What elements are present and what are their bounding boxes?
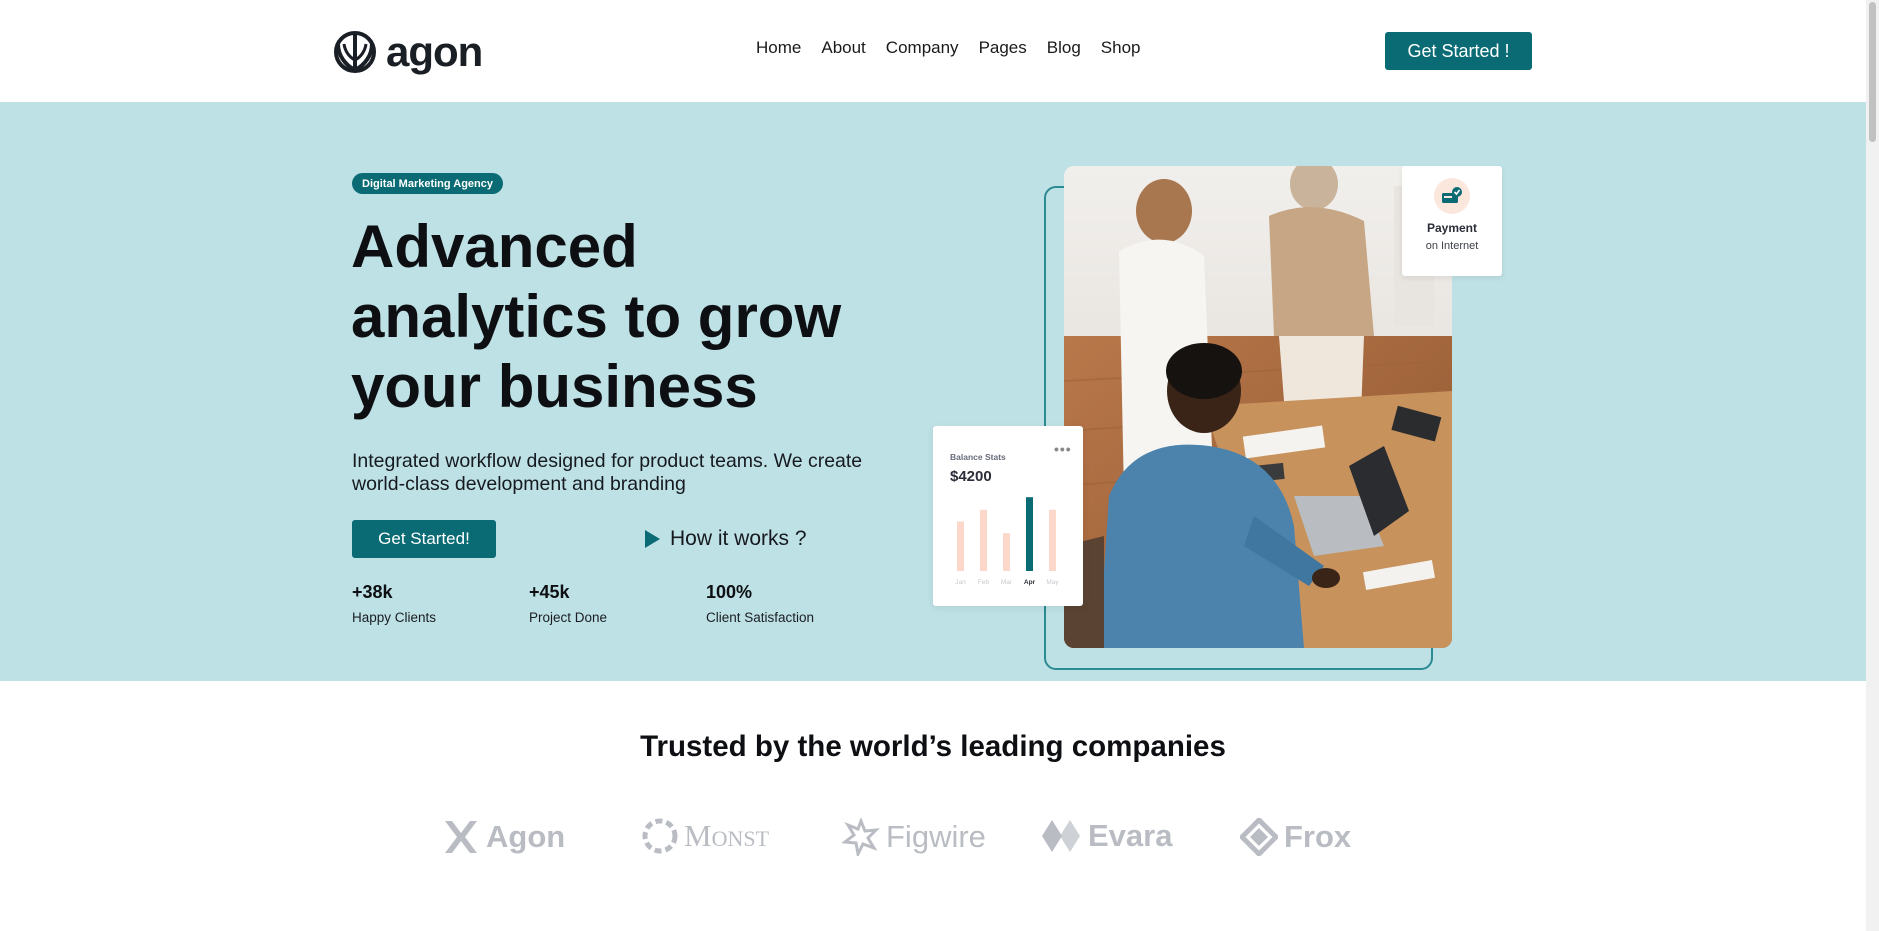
- balance-bar-chart: Jan Feb Mar Apr May: [955, 497, 1059, 586]
- balance-bar: [1049, 509, 1056, 571]
- logo-text: agon: [386, 28, 483, 75]
- balance-month-label: Apr: [1024, 579, 1036, 586]
- stat-label: Client Satisfaction: [706, 610, 815, 625]
- evara-logo-icon: [1042, 820, 1080, 852]
- payment-title: Payment: [1426, 221, 1478, 235]
- balance-bar: [980, 509, 987, 571]
- stat-value: +38k: [352, 582, 393, 602]
- brand-name: Figwire: [886, 819, 986, 854]
- stat-value: 100%: [706, 582, 753, 602]
- site-header: agon Home About Company Pages Blog Shop …: [0, 0, 1866, 102]
- payment-check-icon: [1434, 178, 1470, 214]
- how-it-works-link[interactable]: How it works ?: [645, 527, 807, 551]
- nav-shop[interactable]: Shop: [1101, 38, 1141, 58]
- stat-label: Project Done: [529, 610, 608, 625]
- brand-name: Evara: [1088, 818, 1173, 853]
- agon-logo-icon: [445, 821, 477, 853]
- more-options-icon[interactable]: •••: [1054, 441, 1072, 457]
- balance-month-label: Feb: [978, 579, 990, 586]
- balance-bar: [957, 521, 964, 571]
- main-nav: Home About Company Pages Blog Shop: [756, 38, 1141, 58]
- balance-value: $4200: [950, 468, 992, 485]
- brand-name: Frox: [1284, 819, 1352, 854]
- nav-pages[interactable]: Pages: [979, 38, 1027, 58]
- nav-home[interactable]: Home: [756, 38, 801, 58]
- balance-month-label: May: [1046, 579, 1059, 586]
- hero-description: Integrated workflow designed for product…: [352, 450, 863, 495]
- stat-client-satisfaction: 100% Client Satisfaction: [706, 582, 814, 625]
- monst-logo-icon: [642, 818, 678, 854]
- how-it-works-label: How it works ?: [670, 527, 807, 550]
- team-photo: [1064, 166, 1452, 648]
- balance-bar: [1026, 497, 1033, 571]
- hero-title: Advanced analytics to grow your business: [351, 213, 842, 420]
- leaf-logo-icon: [334, 31, 376, 73]
- brand-name: Agon: [486, 819, 566, 854]
- get-started-hero-button[interactable]: Get Started!: [352, 520, 496, 558]
- hero-section: Digital Marketing Agency Advanced analyt…: [0, 102, 1866, 681]
- balance-bar: [1003, 533, 1010, 571]
- logo-figwire: Figwire: [842, 818, 986, 856]
- stat-happy-clients: +38k Happy Clients: [352, 582, 436, 625]
- play-icon: [645, 530, 660, 548]
- frox-logo-icon: [1240, 818, 1278, 856]
- balance-title: Balance Stats: [950, 452, 1006, 462]
- trusted-title: Trusted by the world’s leading companies: [640, 730, 1226, 763]
- nav-company[interactable]: Company: [886, 38, 959, 58]
- logo-frox: Frox: [1240, 818, 1351, 856]
- logo-agon: Agon: [442, 818, 565, 856]
- nav-about[interactable]: About: [821, 38, 865, 58]
- figwire-logo-icon: [842, 818, 880, 856]
- scrollbar-thumb[interactable]: [1869, 2, 1876, 142]
- get-started-header-button[interactable]: Get Started !: [1385, 32, 1532, 70]
- page-scrollbar[interactable]: [1866, 0, 1879, 931]
- stat-label: Happy Clients: [352, 610, 437, 625]
- logo-monst: Monst: [642, 818, 769, 854]
- team-photo-illustration: [1064, 166, 1452, 648]
- stat-value: +45k: [529, 582, 570, 602]
- nav-blog[interactable]: Blog: [1047, 38, 1081, 58]
- balance-month-label: Mar: [1001, 579, 1013, 586]
- hero-badge: Digital Marketing Agency: [352, 173, 504, 194]
- stat-project-done: +45k Project Done: [529, 582, 607, 625]
- logo-evara: Evara: [1040, 818, 1172, 854]
- brand-name: Monst: [684, 818, 770, 853]
- balance-month-label: Jan: [955, 579, 966, 586]
- payment-subtitle: on Internet: [1425, 240, 1479, 252]
- balance-stats-card: Balance Stats $4200 ••• Jan Feb Mar Apr May: [933, 426, 1083, 606]
- payment-card: Payment on Internet: [1402, 166, 1502, 276]
- brand-logo[interactable]: agon: [330, 28, 483, 76]
